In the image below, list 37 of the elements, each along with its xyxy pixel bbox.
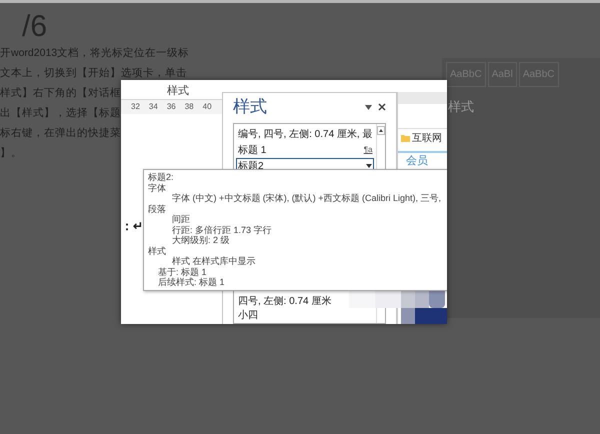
tooltip-text: 样式 在样式库中显示 xyxy=(171,256,256,266)
article-text: 样式】右下角的【对话框 xyxy=(0,86,121,100)
scroll-up-icon[interactable] xyxy=(377,126,386,135)
close-icon[interactable] xyxy=(378,103,386,111)
tooltip-text: 间距 xyxy=(171,214,190,224)
style-item[interactable]: 四号, 左侧: 0.74 厘米 xyxy=(236,295,334,309)
ribbon-group-label: 样式 xyxy=(167,84,189,99)
ruler-number: 34 xyxy=(148,101,158,113)
pane-title: 样式 xyxy=(233,96,267,118)
tooltip-text: 基于: 标题 1 xyxy=(157,266,207,277)
article-text: 标右键，在弹出的快捷菜 xyxy=(0,126,121,140)
tooltip-text: 标题2: xyxy=(147,172,174,182)
ruler-number: 32 xyxy=(131,101,140,113)
ruler-number: 38 xyxy=(184,101,194,113)
dropdown-icon[interactable] xyxy=(365,104,372,110)
pane-title: 样式 xyxy=(448,98,474,116)
style-type-mark: ¶a xyxy=(364,144,372,156)
tooltip-text: 字体 xyxy=(147,182,166,193)
tooltip-text: 大纲级别: 2 级 xyxy=(171,235,230,246)
browser-toolbar xyxy=(398,92,447,104)
ruler-number: 36 xyxy=(166,101,176,113)
bookmark-link[interactable]: 互联网 xyxy=(412,130,442,146)
article-text: 】。 xyxy=(0,146,22,160)
tooltip-text: 行距: 多倍行距 1.73 字行 xyxy=(171,224,272,235)
folder-icon xyxy=(401,134,410,142)
style-item[interactable]: 标题 1 ¶a xyxy=(236,142,374,158)
tooltip-text: 字体 (中文) +中文标题 (宋体), (默认) +西文标题 (Calibri Light), 三号, xyxy=(171,193,442,204)
tooltip-text: 段落 xyxy=(147,204,166,214)
style-item[interactable]: 小四 xyxy=(236,309,260,323)
article-text: 开word2013文档，将光标定位在一级标 xyxy=(0,46,190,60)
tooltip-text: 后续样式: 标题 1 xyxy=(157,277,225,288)
article-text: 出【样式】，选择【标题 xyxy=(0,106,121,120)
style-item[interactable]: 编号, 四号, 左侧: 0.74 厘米, 最 xyxy=(236,126,374,142)
tooltip-text: 样式 xyxy=(147,246,166,256)
article-text: 文本上，切换到【开始】选项卡，单击 xyxy=(0,66,187,80)
document-text: ：↵ xyxy=(121,219,143,233)
ruler-number: 40 xyxy=(202,101,212,113)
